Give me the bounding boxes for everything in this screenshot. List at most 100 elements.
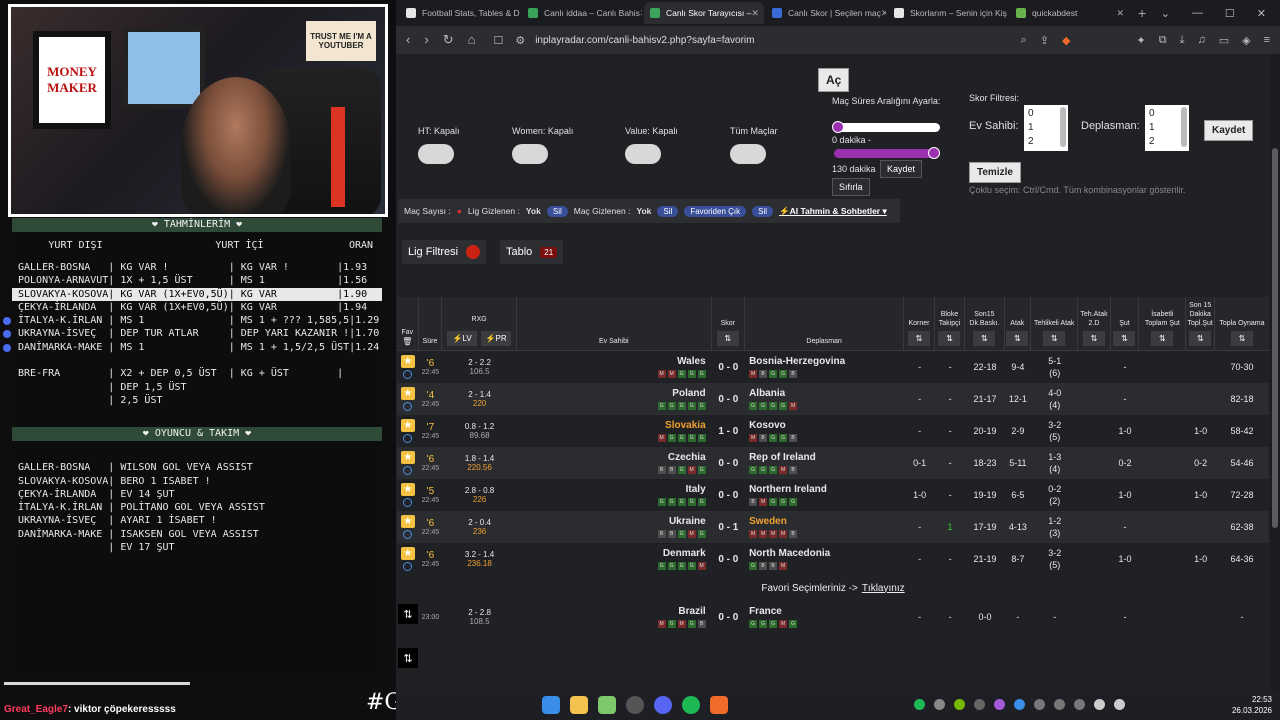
sort-bloke[interactable]: ⇅ xyxy=(938,331,961,346)
away-team[interactable]: Bosnia-Herzegovina xyxy=(749,356,845,367)
away-team[interactable]: Kosovo xyxy=(749,420,786,431)
deplasman-list[interactable]: 012 xyxy=(1145,105,1189,151)
zoom-icon[interactable]: ⌕ xyxy=(1021,34,1027,47)
star-icon[interactable]: ★ xyxy=(400,419,415,432)
temizle-button[interactable]: Temizle xyxy=(969,162,1021,183)
sil-mac-button[interactable]: Sil xyxy=(657,205,679,217)
kaydet-duration-button[interactable]: Kaydet xyxy=(880,160,923,178)
chevron-down-icon[interactable]: ⌄ xyxy=(1161,7,1170,20)
sort-sut[interactable]: ⇅ xyxy=(1113,331,1136,346)
toggle-tum-maclar[interactable]: Tüm Maçlar xyxy=(730,126,778,164)
tray-spotify-icon[interactable] xyxy=(914,699,925,710)
watch-icon[interactable] xyxy=(403,530,413,539)
sort-topla[interactable]: ⇅ xyxy=(1230,331,1253,346)
watch-icon[interactable] xyxy=(403,562,413,571)
brave-icon[interactable] xyxy=(710,696,728,714)
share-icon[interactable]: ⇪ xyxy=(1040,34,1049,47)
spotify-icon[interactable] xyxy=(682,696,700,714)
away-team[interactable]: Northern Ireland xyxy=(749,484,827,495)
brave-shield-icon[interactable]: ◆ xyxy=(1062,34,1070,47)
tab-1[interactable]: Football Stats, Tables & D✕ xyxy=(400,2,520,24)
home-team[interactable]: Brazil xyxy=(678,606,705,617)
ev-sahibi-list[interactable]: 012 xyxy=(1024,105,1068,151)
ai-tahmin-dropdown[interactable]: ⚡AI Tahmin & Sohbetler ▾ xyxy=(779,206,887,217)
forward-icon[interactable]: › xyxy=(424,32,428,48)
home-team[interactable]: Czechia xyxy=(668,452,706,463)
star-icon[interactable]: ★ xyxy=(400,451,415,464)
sort-lv[interactable]: ⚡ LV xyxy=(447,331,478,346)
page-scrollbar[interactable] xyxy=(1270,54,1280,690)
sort-atak[interactable]: ⇅ xyxy=(1006,331,1029,346)
notepad-icon[interactable] xyxy=(598,696,616,714)
sidebar-icon[interactable]: ▭ xyxy=(1219,34,1229,47)
reload-icon[interactable]: ↻ xyxy=(443,32,454,48)
tray-app6-icon[interactable] xyxy=(1074,699,1085,710)
tray-wifi-icon[interactable] xyxy=(1094,699,1105,710)
home-team[interactable]: Wales xyxy=(677,356,706,367)
new-tab-button[interactable]: + xyxy=(1138,5,1146,21)
close-icon[interactable]: ✕ xyxy=(640,8,642,19)
min-slider[interactable] xyxy=(832,121,940,133)
bookmark-icon[interactable]: ☐ xyxy=(493,34,503,47)
download-icon[interactable]: ⤓ xyxy=(1180,34,1185,47)
extensions-icon[interactable]: ✦ xyxy=(1137,34,1146,47)
home-team[interactable]: Denmark xyxy=(663,548,706,559)
url-field[interactable]: inplayradar.com/canli-bahisv2.php?sayfa=… xyxy=(535,35,754,46)
home-team[interactable]: Ukraine xyxy=(669,516,706,527)
star-icon[interactable]: ★ xyxy=(400,547,415,560)
menu-icon[interactable]: ≡ xyxy=(1264,34,1270,47)
sort-son15[interactable]: ⇅ xyxy=(973,331,996,346)
close-icon[interactable]: ✕ xyxy=(881,8,886,19)
home-team[interactable]: Italy xyxy=(686,484,706,495)
watch-icon[interactable] xyxy=(403,402,413,411)
close-icon[interactable]: ✕ xyxy=(1116,8,1124,19)
playlist-icon[interactable]: ♫ xyxy=(1197,34,1205,47)
windows-start-icon[interactable] xyxy=(542,696,560,714)
sort-korner[interactable]: ⇅ xyxy=(907,331,930,346)
sifirla-button[interactable]: Sıfırla xyxy=(832,178,870,196)
sort-toggle-icon-2[interactable]: ⇅ xyxy=(398,648,418,668)
fav-link[interactable]: Tıklayınız xyxy=(862,583,905,594)
tray-app5-icon[interactable] xyxy=(1054,699,1065,710)
tab-6[interactable]: quickabdest ✕ xyxy=(1010,2,1130,24)
favoriden-cik-button[interactable]: Favoriden Çık xyxy=(684,205,747,217)
star-icon[interactable]: ★ xyxy=(400,483,415,496)
tab-3[interactable]: Canlı Skor Tarayıcısı – ✕ xyxy=(644,2,764,24)
lig-filtresi-button[interactable]: Lig Filtresi xyxy=(402,240,487,264)
home-icon[interactable]: ⌂ xyxy=(468,32,476,48)
toggle-ht[interactable]: HT: Kapalı xyxy=(418,126,460,164)
sort-pr[interactable]: ⚡ PR xyxy=(481,331,512,346)
tray-bluetooth-icon[interactable] xyxy=(1014,699,1025,710)
away-team[interactable]: France xyxy=(749,606,782,617)
ac-button[interactable]: Aç xyxy=(818,68,850,92)
sil-lig-button[interactable]: Sil xyxy=(546,205,568,217)
discord-icon[interactable] xyxy=(654,696,672,714)
maximize-icon[interactable]: ☐ xyxy=(1225,7,1235,20)
tab-4[interactable]: Canlı Skor | Seçilen maç ✕ xyxy=(766,2,886,24)
minimize-icon[interactable]: — xyxy=(1192,7,1203,20)
obs-icon[interactable] xyxy=(626,696,644,714)
away-team[interactable]: North Macedonia xyxy=(749,548,830,559)
toggle-value[interactable]: Value: Kapalı xyxy=(625,126,678,164)
tab-2[interactable]: Canlı iddaa – Canlı Bahis✕ xyxy=(522,2,642,24)
close-icon[interactable]: ✕ xyxy=(1007,8,1008,19)
puzzle-icon[interactable]: ⧉ xyxy=(1159,34,1167,47)
sil-fav-button[interactable]: Sil xyxy=(752,205,773,217)
close-icon[interactable]: ✕ xyxy=(1257,7,1266,20)
watch-icon[interactable] xyxy=(403,466,413,475)
toggle-women[interactable]: Women: Kapalı xyxy=(512,126,573,164)
star-icon[interactable]: ★ xyxy=(400,355,415,368)
watch-icon[interactable] xyxy=(403,434,413,443)
home-team[interactable]: Slovakia xyxy=(665,420,706,431)
away-team[interactable]: Rep of Ireland xyxy=(749,452,816,463)
watch-icon[interactable] xyxy=(403,370,413,379)
sort-toggle-icon[interactable]: ⇅ xyxy=(398,604,418,624)
file-explorer-icon[interactable] xyxy=(570,696,588,714)
trash-icon[interactable]: 🗑 xyxy=(402,337,412,346)
sort-teh2d[interactable]: ⇅ xyxy=(1082,331,1105,346)
tab-5[interactable]: Skorlarım – Senin için Kiş✕ xyxy=(888,2,1008,24)
star-icon[interactable]: ★ xyxy=(400,387,415,400)
sort-skor[interactable]: ⇅ xyxy=(716,331,739,346)
away-team[interactable]: Albania xyxy=(749,388,785,399)
tablo-button[interactable]: Tablo 21 xyxy=(500,240,564,264)
